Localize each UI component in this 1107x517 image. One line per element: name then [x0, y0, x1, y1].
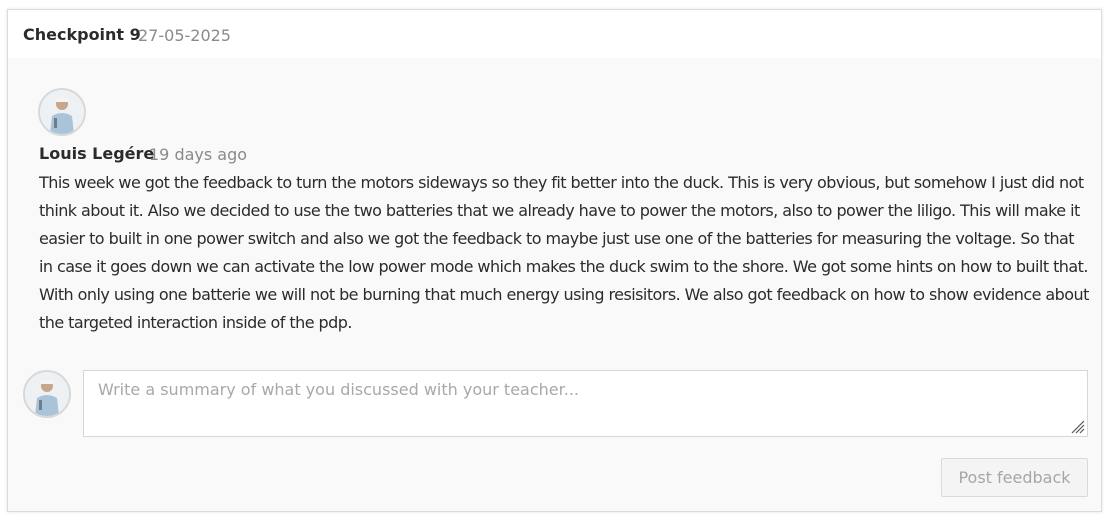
comment-body: This week we got the feedback to turn th… [39, 173, 1089, 332]
comment-timestamp: 19 days ago [149, 145, 248, 164]
author-name[interactable]: Louis Legére [39, 144, 154, 163]
checkpoint-header: Checkpoint 9 27-05-2025 [8, 10, 1101, 58]
resize-handle-icon[interactable] [1069, 418, 1085, 434]
reply-box [83, 370, 1088, 437]
current-user-avatar [23, 370, 71, 418]
checkpoint-card: Checkpoint 9 27-05-2025 Louis Legére 19 … [7, 9, 1102, 512]
user-avatar-icon [25, 372, 69, 416]
post-feedback-button[interactable]: Post feedback [941, 458, 1088, 497]
feedback-summary-input[interactable] [84, 371, 1087, 436]
checkpoint-date: 27-05-2025 [138, 26, 231, 45]
user-avatar-icon [40, 90, 84, 134]
checkpoint-title: Checkpoint 9 [23, 25, 141, 44]
author-avatar[interactable] [38, 88, 86, 136]
